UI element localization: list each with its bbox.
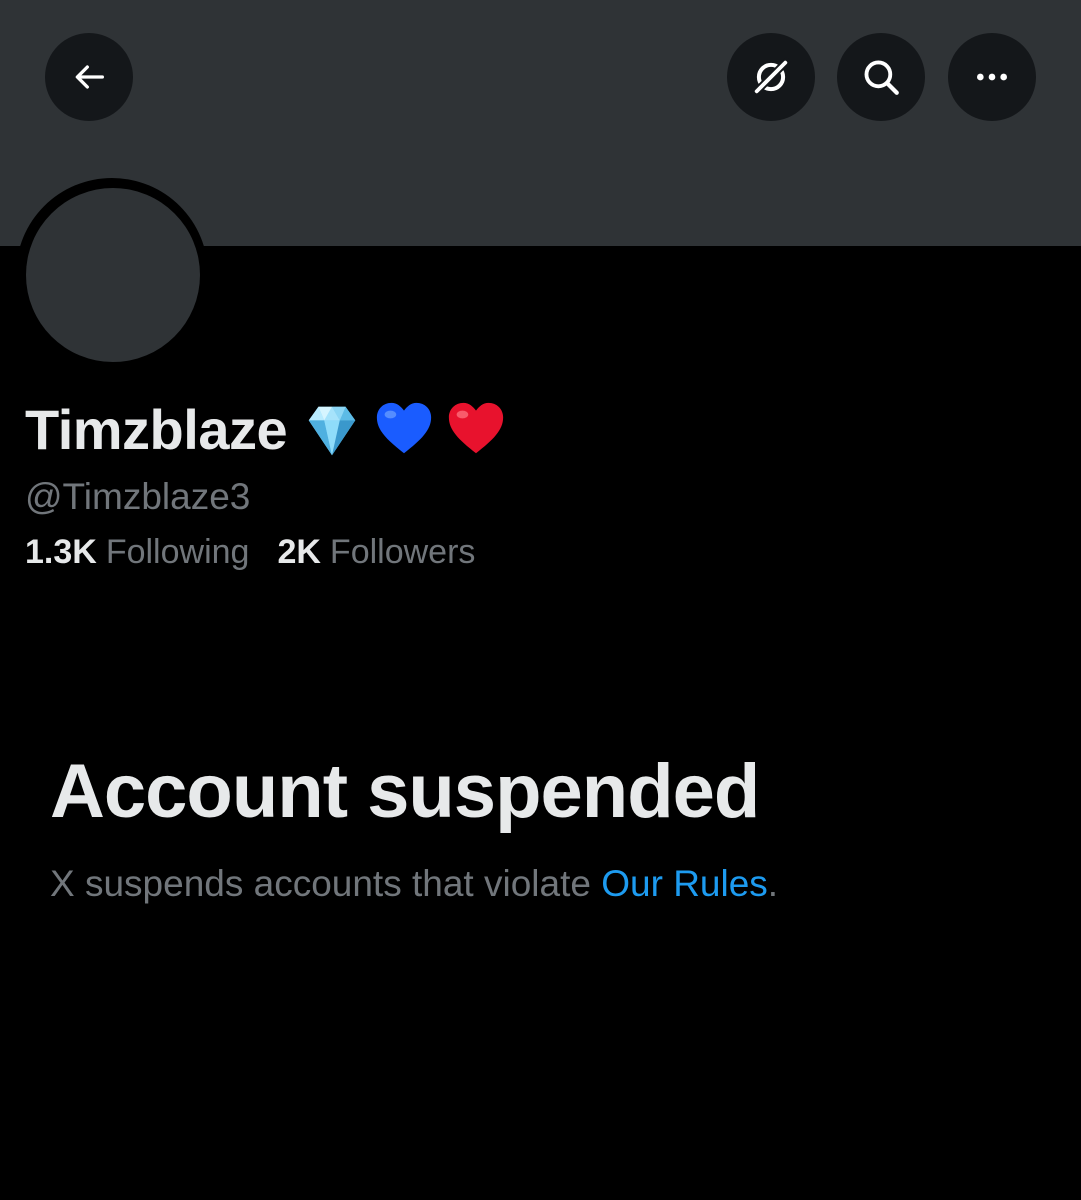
display-name-row: Timzblaze (25, 395, 507, 465)
arrow-left-icon (75, 65, 104, 89)
following-link[interactable]: 1.3K Following (25, 532, 249, 573)
suspended-title: Account suspended (50, 749, 760, 834)
avatar[interactable] (26, 188, 200, 362)
our-rules-link[interactable]: Our Rules (601, 863, 768, 904)
search-button[interactable] (837, 33, 925, 121)
display-name: Timzblaze (25, 398, 288, 461)
follow-stats: 1.3K Following 2K Followers (25, 532, 475, 573)
blue-heart-icon (376, 402, 432, 454)
more-button[interactable] (948, 33, 1036, 121)
suspended-message: X suspends accounts that violate Our Rul… (50, 862, 778, 906)
more-horizontal-icon (977, 73, 1007, 81)
username-handle: @Timzblaze3 (25, 476, 251, 517)
followers-count: 2K (277, 533, 321, 571)
back-button[interactable] (45, 33, 133, 121)
following-count: 1.3K (25, 533, 97, 571)
grok-icon (751, 57, 791, 97)
grok-button[interactable] (727, 33, 815, 121)
gem-icon (308, 406, 356, 456)
suspended-message-end: . (767, 863, 779, 904)
suspended-message-text: X suspends accounts that violate (50, 863, 602, 904)
red-heart-icon (448, 402, 504, 454)
search-icon (864, 60, 899, 95)
following-label: Following (105, 533, 250, 571)
profile-page: Timzblaze @Timzblaze3 1.3K Following 2K … (0, 0, 1081, 1200)
followers-label: Followers (329, 533, 476, 571)
followers-link[interactable]: 2K Followers (277, 532, 475, 573)
